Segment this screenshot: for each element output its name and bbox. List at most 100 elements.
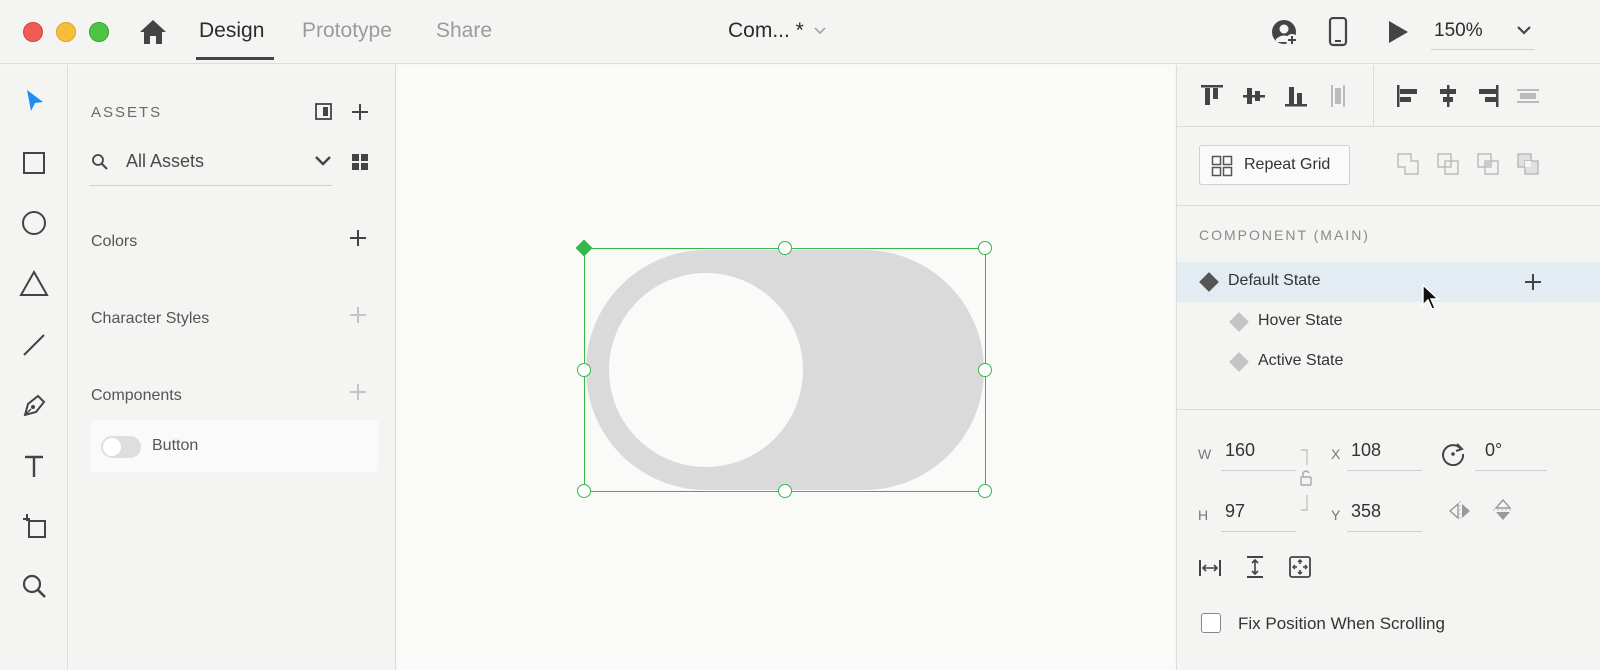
y-input[interactable]: 358 <box>1351 501 1381 522</box>
component-item-button[interactable]: Button <box>90 420 378 472</box>
resize-handle-top[interactable] <box>778 241 792 255</box>
align-left-icon[interactable] <box>1395 83 1421 109</box>
align-divider <box>1373 65 1374 127</box>
zoom-chevron-down-icon[interactable] <box>1515 24 1533 38</box>
width-label: W <box>1198 446 1212 462</box>
resize-handle-bottom[interactable] <box>778 484 792 498</box>
state-diamond-icon <box>1229 312 1249 332</box>
repeat-grid-button[interactable]: Repeat Grid <box>1199 145 1350 185</box>
boolean-exclude-icon[interactable] <box>1515 151 1541 177</box>
flip-horizontal-icon[interactable] <box>1447 499 1473 523</box>
add-color-icon[interactable] <box>347 227 369 249</box>
boolean-add-icon[interactable] <box>1395 151 1421 177</box>
resize-handle-bottom-left[interactable] <box>577 484 591 498</box>
minimize-window-button[interactable] <box>56 22 76 42</box>
chevron-down-icon[interactable] <box>812 24 828 38</box>
x-input[interactable]: 108 <box>1351 440 1381 461</box>
align-top-icon[interactable] <box>1199 83 1225 109</box>
document-title[interactable]: Com... * <box>728 18 804 44</box>
design-canvas[interactable] <box>397 65 1175 670</box>
height-input[interactable]: 97 <box>1225 501 1245 522</box>
divider <box>1177 126 1600 127</box>
component-header: COMPONENT (MAIN) <box>1199 227 1370 243</box>
tab-share[interactable]: Share <box>436 18 492 44</box>
invite-user-icon[interactable] <box>1270 18 1300 48</box>
resize-handle-top-right[interactable] <box>978 241 992 255</box>
pin-edges-icon[interactable] <box>1287 554 1313 580</box>
mouse-cursor-icon <box>1422 283 1440 310</box>
boolean-subtract-icon[interactable] <box>1435 151 1461 177</box>
state-label: Active State <box>1258 352 1344 369</box>
boolean-intersect-icon[interactable] <box>1475 151 1501 177</box>
assets-title: ASSETS <box>91 104 163 121</box>
toggle-knob <box>609 273 803 467</box>
library-panel-icon[interactable] <box>314 102 334 122</box>
title-bar: Design Prototype Share Com... * 150% <box>0 0 1600 64</box>
add-asset-icon[interactable] <box>349 101 371 123</box>
toggle-component[interactable] <box>586 250 984 490</box>
active-tab-indicator <box>196 57 274 60</box>
add-component-icon[interactable] <box>347 381 369 403</box>
artboard-tool-icon[interactable] <box>16 508 52 544</box>
resize-handle-right[interactable] <box>978 363 992 377</box>
state-row-hover[interactable]: Hover State <box>1177 302 1600 342</box>
zoom-level[interactable]: 150% <box>1434 19 1483 43</box>
width-input[interactable]: 160 <box>1225 440 1255 461</box>
play-icon[interactable] <box>1386 20 1410 44</box>
width-underline <box>1221 470 1296 471</box>
mobile-preview-icon[interactable] <box>1328 17 1348 47</box>
resize-handle-bottom-right[interactable] <box>978 484 992 498</box>
add-state-icon[interactable] <box>1522 271 1544 293</box>
components-section-label[interactable]: Components <box>91 387 182 405</box>
colors-section-label[interactable]: Colors <box>91 233 137 251</box>
fixed-height-icon[interactable] <box>1243 554 1267 580</box>
tab-prototype[interactable]: Prototype <box>302 18 392 44</box>
property-inspector: Repeat Grid COMPONENT (MAIN) Default Sta… <box>1176 65 1600 670</box>
align-center-icon[interactable] <box>1435 83 1461 109</box>
state-label: Hover State <box>1258 312 1343 329</box>
state-row-active[interactable]: Active State <box>1177 342 1600 382</box>
zoom-underline <box>1431 49 1535 50</box>
polygon-tool-icon[interactable] <box>16 266 52 302</box>
y-label: Y <box>1331 507 1341 523</box>
assets-panel: ASSETS All Assets Colors Character Style… <box>69 65 396 670</box>
align-bottom-icon[interactable] <box>1283 83 1309 109</box>
home-icon[interactable] <box>138 18 168 46</box>
search-icon <box>92 154 108 170</box>
pen-tool-icon[interactable] <box>16 387 52 423</box>
ellipse-tool-icon[interactable] <box>16 205 52 241</box>
zoom-tool-icon[interactable] <box>16 568 52 604</box>
zoom-window-button[interactable] <box>89 22 109 42</box>
state-label: Default State <box>1228 272 1321 289</box>
selected-component-bounds[interactable] <box>575 239 992 498</box>
x-underline <box>1347 470 1422 471</box>
text-tool-icon[interactable] <box>16 448 52 484</box>
distribute-horizontal-icon[interactable] <box>1515 83 1541 109</box>
repeat-grid-label: Repeat Grid <box>1244 156 1331 173</box>
flip-vertical-icon[interactable] <box>1491 497 1515 523</box>
tools-toolbar <box>0 65 68 670</box>
divider <box>1177 205 1600 206</box>
filter-chevron-down-icon[interactable] <box>313 153 333 169</box>
tab-design[interactable]: Design <box>199 18 264 44</box>
add-character-style-icon[interactable] <box>347 304 369 326</box>
resize-handle-left[interactable] <box>577 363 591 377</box>
y-underline <box>1347 531 1422 532</box>
character-styles-section-label[interactable]: Character Styles <box>91 310 209 328</box>
rotation-input[interactable]: 0° <box>1485 440 1502 461</box>
close-window-button[interactable] <box>23 22 43 42</box>
fixed-width-icon[interactable] <box>1197 556 1223 580</box>
state-row-default[interactable]: Default State <box>1177 262 1600 302</box>
grid-view-icon[interactable] <box>351 153 369 171</box>
align-right-icon[interactable] <box>1475 83 1501 109</box>
align-middle-icon[interactable] <box>1241 83 1267 109</box>
rectangle-tool-icon[interactable] <box>16 145 52 181</box>
lock-aspect-icon[interactable] <box>1298 445 1314 515</box>
rotate-icon <box>1442 443 1465 466</box>
main-state-diamond-icon <box>1199 272 1219 292</box>
line-tool-icon[interactable] <box>16 327 52 363</box>
asset-filter-input[interactable]: All Assets <box>126 151 204 172</box>
distribute-vertical-icon[interactable] <box>1325 83 1351 109</box>
select-tool-icon[interactable] <box>16 83 52 119</box>
fix-position-checkbox[interactable] <box>1201 613 1221 633</box>
